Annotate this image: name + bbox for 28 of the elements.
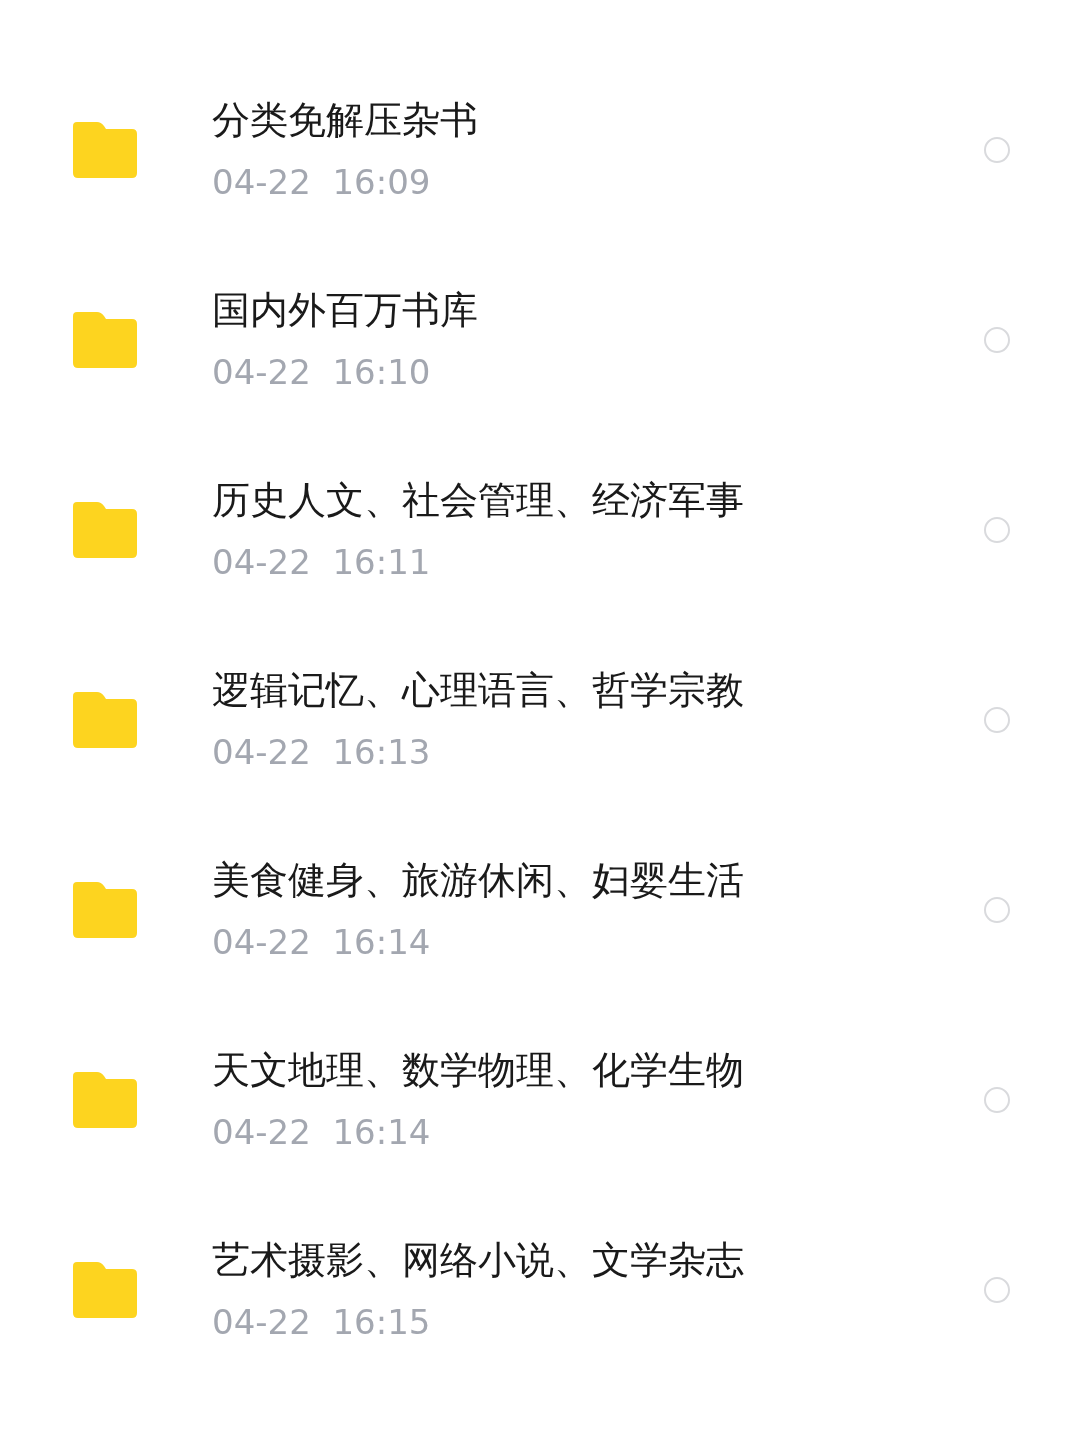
folder-icon: [73, 122, 137, 178]
folder-date: 04-22 16:15: [212, 1301, 431, 1344]
folder-icon: [73, 1072, 137, 1128]
folder-name: 天文地理、数学物理、化学生物: [212, 1047, 744, 1094]
folder-date: 04-22 16:10: [212, 351, 431, 394]
folder-name: 历史人文、社会管理、经济军事: [212, 477, 744, 524]
folder-date: 04-22 16:14: [212, 921, 431, 964]
folder-date: 04-22 16:13: [212, 731, 431, 774]
select-radio[interactable]: [984, 517, 1010, 543]
folder-name: 国内外百万书库: [212, 287, 478, 334]
folder-date: 04-22 16:14: [212, 1111, 431, 1154]
folder-icon: [73, 1262, 137, 1318]
select-radio[interactable]: [984, 1277, 1010, 1303]
select-radio[interactable]: [984, 327, 1010, 353]
folder-icon: [73, 502, 137, 558]
folder-name: 逻辑记忆、心理语言、哲学宗教: [212, 667, 744, 714]
folder-icon: [73, 882, 137, 938]
select-radio[interactable]: [984, 707, 1010, 733]
folder-icon: [73, 312, 137, 368]
folder-name: 分类免解压杂书: [212, 97, 478, 144]
folder-icon: [73, 692, 137, 748]
folder-date: 04-22 16:09: [212, 161, 431, 204]
folder-date: 04-22 16:11: [212, 541, 431, 584]
folder-name: 美食健身、旅游休闲、妇婴生活: [212, 857, 744, 904]
select-radio[interactable]: [984, 137, 1010, 163]
select-radio[interactable]: [984, 1087, 1010, 1113]
folder-name: 艺术摄影、网络小说、文学杂志: [212, 1237, 744, 1284]
select-radio[interactable]: [984, 897, 1010, 923]
